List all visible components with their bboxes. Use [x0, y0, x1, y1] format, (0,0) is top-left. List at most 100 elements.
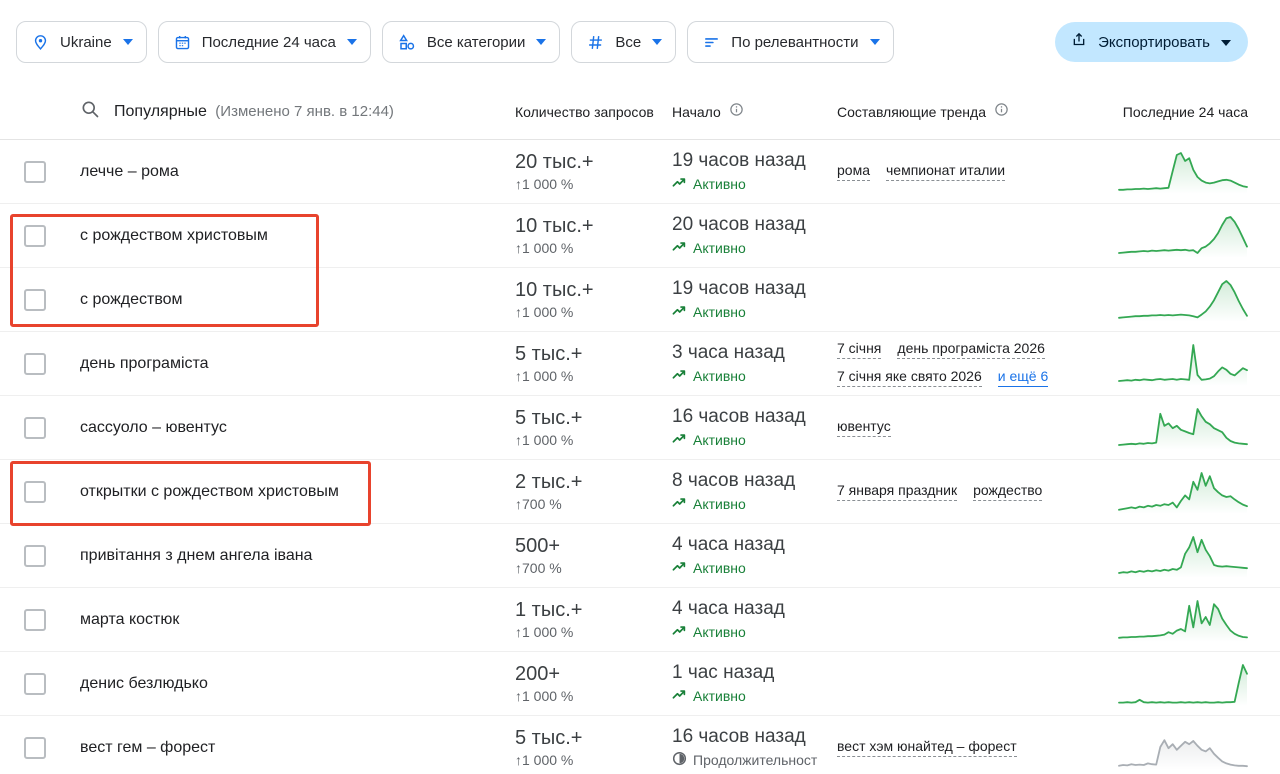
trend-title[interactable]: марта костюк [80, 611, 179, 629]
row-checkbox[interactable] [24, 673, 46, 695]
row-checkbox[interactable] [24, 417, 46, 439]
trend-term[interactable]: 7 января праздник [837, 482, 957, 501]
trend-term[interactable]: 7 січня [837, 340, 881, 359]
trend-term[interactable]: рождество [973, 482, 1042, 501]
table-row[interactable]: с рождеством 10 тыс.+ ↑1 000 % 19 часов … [0, 268, 1280, 332]
filter-timerange-label: Последние 24 часа [202, 34, 336, 51]
search-volume: 5 тыс.+ [515, 727, 672, 749]
row-checkbox[interactable] [24, 737, 46, 759]
search-volume: 500+ [515, 535, 672, 557]
volume-change-percent: ↑1 000 % [515, 240, 672, 256]
trend-title[interactable]: с рождеством христовым [80, 227, 268, 245]
table-row[interactable]: лечче – рома 20 тыс.+ ↑1 000 % 19 часов … [0, 140, 1280, 204]
trend-title[interactable]: открытки с рождеством христовым [80, 483, 339, 501]
status-icon [672, 303, 687, 321]
trend-term[interactable]: день програміста 2026 [897, 340, 1045, 359]
status-icon [672, 367, 687, 385]
started-time: 16 часов назад [672, 406, 837, 428]
sparkline-chart [1118, 276, 1248, 324]
table-row[interactable]: открытки с рождеством христовым 2 тыс.+ … [0, 460, 1280, 524]
location-pin-icon [32, 34, 49, 51]
trend-title[interactable]: день програміста [80, 355, 209, 373]
filter-chip-sort[interactable]: По релевантности [687, 21, 893, 63]
status-badge: Активно [672, 239, 837, 257]
trend-term[interactable]: чемпионат италии [886, 162, 1005, 181]
trend-title[interactable]: денис безлюдько [80, 675, 208, 693]
table-row[interactable]: марта костюк 1 тыс.+ ↑1 000 % 4 часа наз… [0, 588, 1280, 652]
filter-category-label: Все категории [427, 34, 526, 51]
table-row[interactable]: вест гем – форест 5 тыс.+ ↑1 000 % 16 ча… [0, 716, 1280, 774]
status-label: Продолжительност [693, 752, 817, 768]
table-row[interactable]: денис безлюдько 200+ ↑1 000 % 1 час наза… [0, 652, 1280, 716]
column-header-last-24h: Последние 24 часа [1118, 104, 1248, 120]
row-checkbox[interactable] [24, 481, 46, 503]
info-icon[interactable] [994, 102, 1009, 122]
row-checkbox[interactable] [24, 289, 46, 311]
started-time: 19 часов назад [672, 278, 837, 300]
volume-change-percent: ↑700 % [515, 496, 672, 512]
chevron-down-icon [1221, 33, 1231, 51]
search-volume: 2 тыс.+ [515, 471, 672, 493]
trend-title[interactable]: привітання з днем ангела івана [80, 547, 312, 565]
calendar-icon [174, 34, 191, 51]
status-badge: Активно [672, 367, 837, 385]
trend-breakdown: рома чемпионат италии [837, 162, 1118, 181]
started-time: 4 часа назад [672, 534, 837, 556]
row-checkbox[interactable] [24, 161, 46, 183]
trend-title[interactable]: с рождеством [80, 291, 183, 309]
sparkline-chart [1118, 340, 1248, 388]
trends-list: лечче – рома 20 тыс.+ ↑1 000 % 19 часов … [0, 140, 1280, 774]
volume-change-percent: ↑1 000 % [515, 176, 672, 192]
status-badge: Активно [672, 687, 837, 705]
sparkline-chart [1118, 148, 1248, 196]
status-icon [672, 687, 687, 705]
filter-bar: Ukraine Последние 24 часа Все категории … [0, 0, 1280, 84]
status-label: Активно [693, 176, 746, 192]
volume-change-percent: ↑1 000 % [515, 368, 672, 384]
row-checkbox[interactable] [24, 609, 46, 631]
column-header-started: Начало [672, 104, 721, 120]
filter-chip-category[interactable]: Все категории [382, 21, 561, 63]
table-row[interactable]: привітання з днем ангела івана 500+ ↑700… [0, 524, 1280, 588]
volume-change-percent: ↑700 % [515, 560, 672, 576]
search-volume: 1 тыс.+ [515, 599, 672, 621]
sparkline-chart [1118, 468, 1248, 516]
status-icon [672, 431, 687, 449]
google-trends-page: Ukraine Последние 24 часа Все категории … [0, 0, 1280, 774]
filter-chip-region[interactable]: Ukraine [16, 21, 147, 63]
search-icon[interactable] [80, 99, 100, 124]
row-checkbox[interactable] [24, 545, 46, 567]
table-row[interactable]: сассуоло – ювентус 5 тыс.+ ↑1 000 % 16 ч… [0, 396, 1280, 460]
row-checkbox[interactable] [24, 225, 46, 247]
table-row[interactable]: день програміста 5 тыс.+ ↑1 000 % 3 часа… [0, 332, 1280, 396]
sparkline-chart [1118, 724, 1248, 772]
filter-sort-label: По релевантности [731, 34, 858, 51]
export-button[interactable]: Экспортировать [1055, 22, 1248, 62]
status-badge: Активно [672, 303, 837, 321]
trend-title[interactable]: лечче – рома [80, 163, 179, 181]
status-icon [672, 175, 687, 193]
sparkline-chart [1118, 660, 1248, 708]
trend-term[interactable]: вест хэм юнайтед – форест [837, 738, 1017, 757]
trend-term[interactable]: рома [837, 162, 870, 181]
table-row[interactable]: с рождеством христовым 10 тыс.+ ↑1 000 %… [0, 204, 1280, 268]
filter-chip-trend-status[interactable]: Все [571, 21, 676, 63]
trend-breakdown: 7 січня день програміста 2026 7 січня яке … [837, 340, 1118, 387]
status-icon [672, 751, 687, 769]
search-volume: 200+ [515, 663, 672, 685]
trend-term[interactable]: 7 січня яке свято 2026 [837, 368, 982, 387]
started-time: 3 часа назад [672, 342, 837, 364]
chevron-down-icon [123, 39, 133, 45]
trend-title[interactable]: сассуоло – ювентус [80, 419, 227, 437]
column-header-trend-breakdown: Составляющие тренда [837, 104, 986, 120]
more-trends-link[interactable]: и ещё 6 [998, 368, 1048, 387]
status-label: Активно [693, 240, 746, 256]
info-icon[interactable] [729, 102, 744, 122]
trend-term[interactable]: ювентус [837, 418, 891, 437]
filter-region-label: Ukraine [60, 34, 112, 51]
trend-title[interactable]: вест гем – форест [80, 739, 215, 757]
row-checkbox[interactable] [24, 353, 46, 375]
filter-chip-timerange[interactable]: Последние 24 часа [158, 21, 371, 63]
status-label: Активно [693, 304, 746, 320]
chevron-down-icon [870, 39, 880, 45]
